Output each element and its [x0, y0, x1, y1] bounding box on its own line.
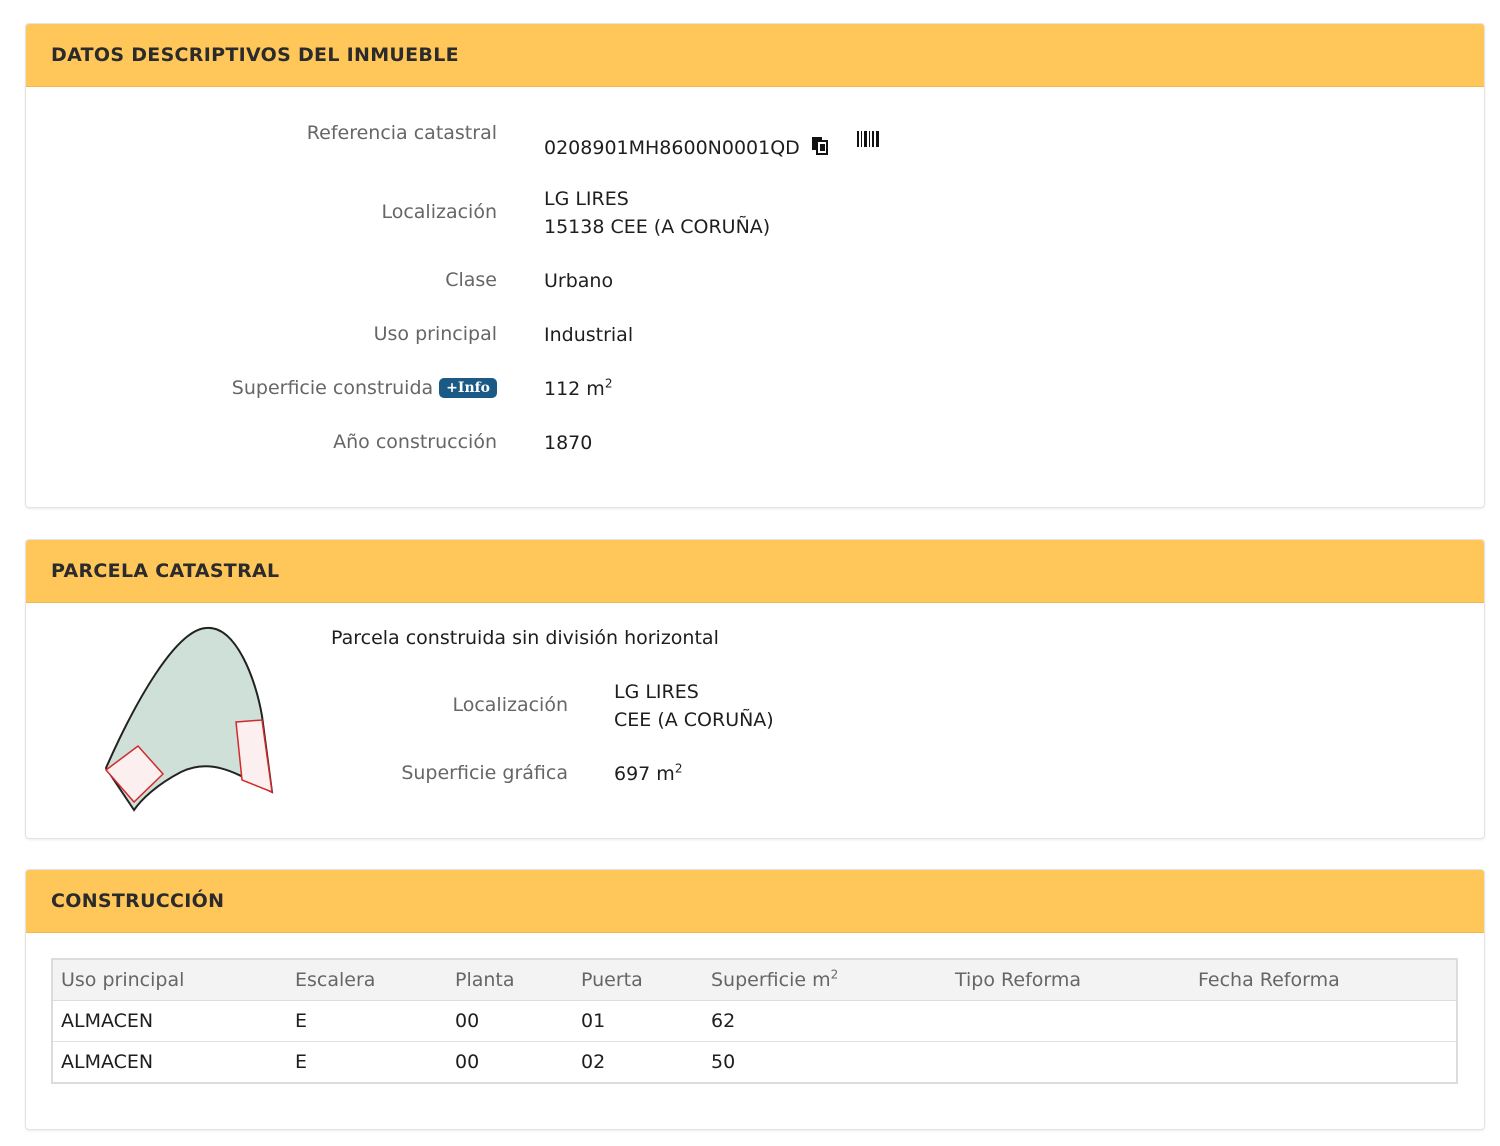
cell-fecha-reforma — [1190, 1000, 1457, 1042]
superficie-grafica-exponent: 2 — [674, 761, 683, 776]
clase-value: Urbano — [544, 270, 614, 292]
table-row: ALMACEN E 00 01 62 — [52, 1000, 1457, 1042]
cell-uso: ALMACEN — [52, 1000, 287, 1042]
superficie-grafica-label: Superficie gráfica — [401, 762, 568, 784]
barcode-icon[interactable] — [856, 128, 880, 156]
parcela-localizacion-value: LG LIRES CEE (A CORUÑA) — [614, 678, 774, 734]
construccion-table: Uso principal Escalera Planta Puerta Sup… — [51, 958, 1458, 1084]
localizacion-line1: LG LIRES — [544, 188, 629, 210]
anio-construccion-label: Año construcción — [333, 431, 497, 453]
copy-icon[interactable] — [810, 135, 830, 163]
cell-puerta: 01 — [573, 1000, 703, 1042]
localizacion-label: Localización — [381, 201, 497, 223]
superficie-construida-label: Superficie construida — [231, 377, 434, 399]
cell-escalera: E — [287, 1000, 447, 1042]
col-superficie: Superficie m2 — [703, 959, 947, 1001]
datos-descriptivos-title: DATOS DESCRIPTIVOS DEL INMUEBLE — [26, 24, 1484, 87]
parcela-catastral-title: PARCELA CATASTRAL — [26, 540, 1484, 603]
parcela-localizacion-line2: CEE (A CORUÑA) — [614, 709, 774, 731]
parcela-subtitle: Parcela construida sin división horizont… — [331, 627, 719, 649]
cell-tipo-reforma — [947, 1000, 1190, 1042]
datos-descriptivos-panel: DATOS DESCRIPTIVOS DEL INMUEBLE Referenc… — [25, 23, 1485, 508]
superficie-grafica-value: 697 m2 — [614, 760, 682, 788]
parcela-catastral-panel: PARCELA CATASTRAL Parcela construida sin… — [25, 539, 1485, 839]
referencia-catastral-value: 0208901MH8600N0001QD — [544, 137, 800, 159]
cell-superficie: 50 — [711, 1051, 736, 1073]
clase-label: Clase — [445, 269, 497, 291]
localizacion-line2: 15138 CEE (A CORUÑA) — [544, 216, 771, 238]
construccion-title: CONSTRUCCIÓN — [26, 870, 1484, 933]
cell-fecha-reforma — [1190, 1042, 1457, 1084]
cell-superficie: 62 — [703, 1000, 947, 1042]
parcela-localizacion-line1: LG LIRES — [614, 681, 699, 703]
superficie-grafica-number: 697 m — [614, 763, 675, 785]
col-uso-principal: Uso principal — [52, 959, 287, 1001]
referencia-catastral-row: 0208901MH8600N0001QD — [544, 128, 880, 163]
col-planta: Planta — [447, 959, 573, 1001]
superficie-construida-row-label: Superficie construida +Info — [232, 377, 497, 399]
table-row: ALMACEN E 00 02 50 — [52, 1042, 1457, 1084]
col-escalera: Escalera — [287, 959, 447, 1001]
table-header-row: Uso principal Escalera Planta Puerta Sup… — [52, 959, 1457, 1001]
col-fecha-reforma: Fecha Reforma — [1190, 959, 1457, 1001]
anio-construccion-value: 1870 — [544, 432, 593, 454]
referencia-catastral-label: Referencia catastral — [306, 122, 497, 144]
cell-puerta: 02 — [581, 1051, 606, 1073]
cell-tipo-reforma — [947, 1042, 1190, 1084]
cell-uso: ALMACEN — [61, 1051, 154, 1073]
cell-planta: 00 — [447, 1000, 573, 1042]
uso-principal-value: Industrial — [544, 324, 634, 346]
parcela-localizacion-label: Localización — [452, 694, 568, 716]
superficie-construida-exponent: 2 — [604, 376, 613, 391]
construccion-panel: CONSTRUCCIÓN Uso principal Escalera Plan… — [25, 869, 1485, 1130]
col-superficie-label: Superficie m — [711, 969, 831, 991]
col-puerta: Puerta — [573, 959, 703, 1001]
superficie-construida-number: 112 m — [544, 378, 605, 400]
building-2 — [235, 719, 273, 794]
col-superficie-exponent: 2 — [830, 967, 839, 982]
cell-planta: 00 — [455, 1051, 480, 1073]
superficie-construida-value: 112 m2 — [544, 375, 612, 403]
info-button[interactable]: +Info — [439, 378, 497, 398]
col-tipo-reforma: Tipo Reforma — [947, 959, 1190, 1001]
uso-principal-label: Uso principal — [373, 323, 497, 345]
parcel-map[interactable] — [96, 620, 286, 820]
cell-escalera: E — [295, 1051, 308, 1073]
localizacion-value: LG LIRES 15138 CEE (A CORUÑA) — [544, 185, 770, 241]
